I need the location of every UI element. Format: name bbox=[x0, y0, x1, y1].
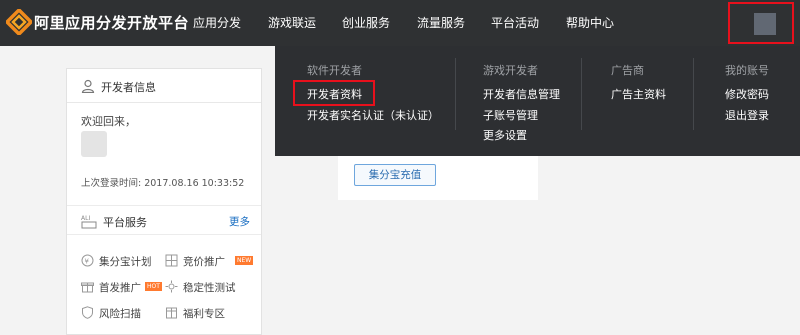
user-account-menu[interactable] bbox=[728, 2, 794, 44]
shield-icon bbox=[82, 306, 93, 319]
account-dropdown: 软件开发者 开发者资料 开发者实名认证（未认证） 游戏开发者 开发者信息管理 子… bbox=[275, 46, 800, 156]
service-label: 稳定性测试 bbox=[183, 282, 236, 294]
welcome-text: 欢迎回来， bbox=[81, 115, 136, 128]
last-login-time: 上次登录时间: 2017.08.16 10:33:52 bbox=[81, 178, 245, 189]
dropdown-title-my-account: 我的账号 bbox=[725, 64, 769, 77]
service-label: 竞价推广 bbox=[183, 256, 225, 268]
service-stability-test[interactable]: 稳定性测试 bbox=[165, 279, 257, 295]
nav-help-center[interactable]: 帮助中心 bbox=[566, 14, 614, 31]
divider bbox=[455, 58, 456, 130]
svg-text:ALI: ALI bbox=[81, 215, 90, 222]
dropdown-title-software-dev: 软件开发者 bbox=[307, 64, 362, 77]
nav-platform-activity[interactable]: 平台活动 bbox=[491, 14, 539, 31]
service-bidding-promotion[interactable]: 竞价推广 NEW bbox=[165, 253, 257, 269]
dropdown-title-advertiser: 广告商 bbox=[611, 64, 644, 77]
service-label: 风险扫描 bbox=[99, 308, 141, 320]
link-developer-verification[interactable]: 开发者实名认证（未认证） bbox=[307, 107, 439, 123]
link-developer-info-management[interactable]: 开发者信息管理 bbox=[483, 86, 560, 102]
link-subaccount-management[interactable]: 子账号管理 bbox=[483, 107, 538, 123]
service-risk-scan[interactable]: 风险扫描 bbox=[81, 305, 161, 321]
avatar bbox=[754, 13, 776, 35]
svg-text:¥: ¥ bbox=[85, 258, 90, 266]
service-jifenbao-plan[interactable]: ¥ 集分宝计划 bbox=[81, 253, 161, 269]
divider bbox=[693, 58, 694, 130]
card-title: 开发者信息 bbox=[101, 81, 156, 94]
grid-icon bbox=[165, 254, 178, 267]
dropdown-title-game-dev: 游戏开发者 bbox=[483, 64, 538, 77]
top-nav: 阿里应用分发开放平台 应用分发 游戏联运 创业服务 流量服务 平台活动 帮助中心 bbox=[0, 0, 800, 46]
nav-traffic-service[interactable]: 流量服务 bbox=[417, 14, 465, 31]
site-title[interactable]: 阿里应用分发开放平台 bbox=[34, 12, 189, 33]
platform-services-title: 平台服务 bbox=[103, 216, 147, 229]
link-developer-profile[interactable]: 开发者资料 bbox=[307, 86, 362, 102]
blurred-username bbox=[81, 131, 107, 157]
link-more-settings[interactable]: 更多设置 bbox=[483, 127, 527, 143]
service-first-launch-promotion[interactable]: 首发推广 HOT bbox=[81, 279, 165, 295]
service-welfare-zone[interactable]: 福利专区 bbox=[165, 305, 257, 321]
yen-icon: ¥ bbox=[81, 254, 94, 267]
nav-game-operation[interactable]: 游戏联运 bbox=[268, 14, 316, 31]
jifenbao-recharge-button[interactable]: 集分宝充值 bbox=[354, 164, 436, 186]
divider bbox=[581, 58, 582, 130]
new-badge: NEW bbox=[235, 256, 254, 265]
platform-services-header: ALI 平台服务 更多 bbox=[67, 205, 261, 235]
logo-icon[interactable] bbox=[6, 9, 32, 35]
more-link[interactable]: 更多 bbox=[229, 214, 250, 229]
developer-info-card: 开发者信息 欢迎回来， 上次登录时间: 2017.08.16 10:33:52 … bbox=[66, 68, 262, 335]
gear-icon bbox=[165, 280, 178, 293]
service-label: 集分宝计划 bbox=[99, 256, 152, 268]
link-advertiser-profile[interactable]: 广告主资料 bbox=[611, 86, 666, 102]
hot-badge: HOT bbox=[145, 282, 162, 291]
aliapp-icon: ALI bbox=[81, 215, 97, 229]
jifenbao-card: 集分宝充值 bbox=[338, 156, 538, 200]
service-label: 福利专区 bbox=[183, 308, 225, 320]
nav-app-distribution[interactable]: 应用分发 bbox=[193, 14, 241, 31]
service-label: 首发推广 bbox=[99, 282, 141, 294]
gift-icon bbox=[81, 282, 94, 293]
box-icon bbox=[166, 307, 177, 319]
link-logout[interactable]: 退出登录 bbox=[725, 107, 769, 123]
link-change-password[interactable]: 修改密码 bbox=[725, 86, 769, 102]
card-header: 开发者信息 bbox=[67, 69, 261, 103]
nav-startup-service[interactable]: 创业服务 bbox=[342, 14, 390, 31]
user-icon bbox=[81, 79, 95, 93]
